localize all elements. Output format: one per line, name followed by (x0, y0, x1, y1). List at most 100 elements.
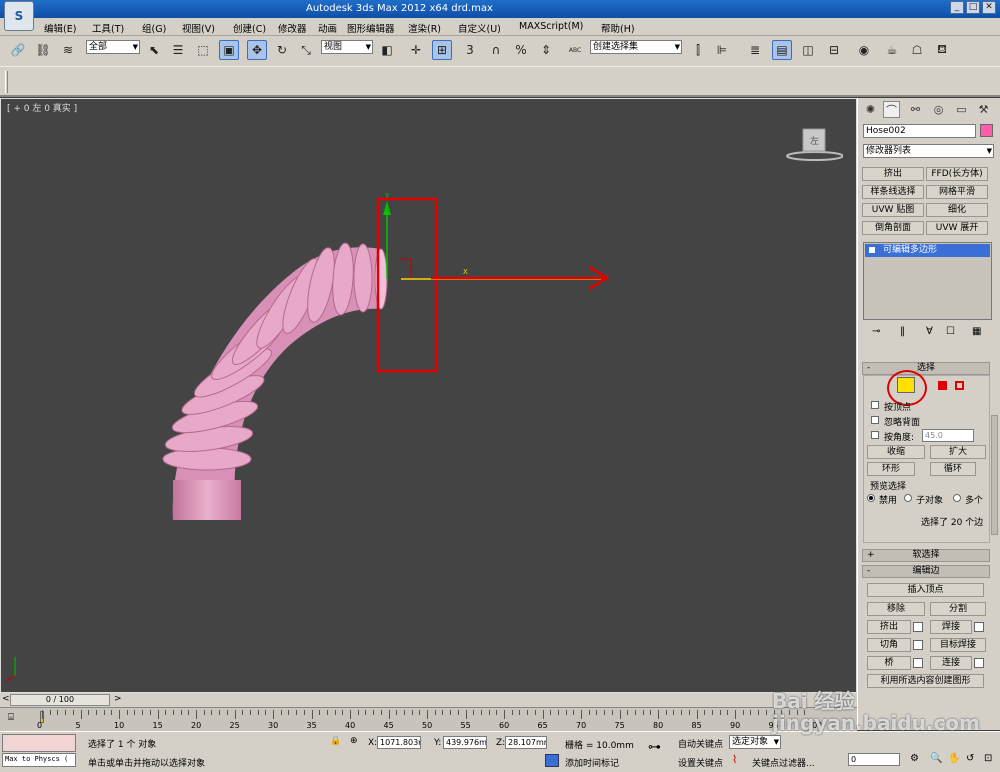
mod-bevel-profile-button[interactable]: 倒角剖面 (862, 221, 924, 235)
percent-snap-icon[interactable]: % (511, 40, 531, 60)
menu-customize[interactable]: 自定义(U) (458, 21, 501, 35)
utilities-tab-icon[interactable]: ⚒ (975, 101, 992, 118)
track-bar[interactable]: ⌸ 0 5 10 15 20 25 30 35 40 45 50 55 60 65 70 75 80 85 90 95… (0, 707, 857, 731)
select-by-name-icon[interactable]: ☰ (168, 40, 188, 60)
current-frame-field[interactable]: 0 (848, 753, 900, 766)
spinner-snap-icon[interactable]: ⇕ (536, 40, 556, 60)
show-end-result-icon[interactable]: ‖ (900, 326, 905, 337)
mod-spline-select-button[interactable]: 样条线选择 (862, 185, 924, 199)
preview-multi-radio[interactable] (953, 494, 961, 502)
menu-rendering[interactable]: 渲染(R) (408, 21, 441, 35)
stack-expand-icon[interactable] (869, 247, 875, 253)
object-name-field[interactable]: Hose002 (863, 124, 976, 138)
orbit-icon[interactable]: ↺ (966, 753, 974, 764)
grow-button[interactable]: 扩大 (930, 445, 986, 459)
menu-modifiers[interactable]: 修改器 (278, 21, 307, 35)
slider-prev-icon[interactable]: < (2, 694, 10, 704)
connect-settings-button[interactable] (974, 658, 984, 668)
reference-coordinate-dropdown[interactable]: 视图 (321, 40, 373, 54)
maxscript-listener[interactable] (2, 734, 76, 752)
menu-maxscript[interactable]: MAXScript(M) (519, 21, 583, 32)
motion-tab-icon[interactable]: ◎ (930, 101, 947, 118)
panel-scrollbar[interactable] (991, 415, 998, 535)
modifier-list-dropdown[interactable]: 修改器列表 (863, 144, 994, 158)
weld-button[interactable]: 焊接 (930, 620, 972, 634)
curve-editor-icon[interactable]: ◫ (798, 40, 818, 60)
stack-item[interactable]: 可编辑多边形 (865, 244, 990, 257)
layer-manager-icon[interactable]: ≣ (745, 40, 765, 60)
mod-extrude-button[interactable]: 挤出 (862, 167, 924, 181)
element-mode-icon[interactable] (955, 381, 964, 390)
shrink-button[interactable]: 收缩 (867, 445, 925, 459)
weld-settings-button[interactable] (974, 622, 984, 632)
zoom-icon[interactable]: 🔍 (930, 753, 942, 764)
create-shape-button[interactable]: 利用所选内容创建图形 (867, 674, 984, 688)
polygon-mode-icon[interactable] (938, 381, 947, 390)
viewcube[interactable]: 左 (783, 123, 844, 163)
remove-button[interactable]: 移除 (867, 602, 925, 616)
pin-stack-icon[interactable]: ⊸ (872, 326, 880, 337)
maxscript-line[interactable]: Max to Physcs ( (2, 753, 76, 767)
select-object-icon[interactable]: ⬉ (144, 40, 164, 60)
auto-key-button[interactable]: 自动关键点 (678, 737, 723, 750)
pan-icon[interactable]: ✋ (948, 753, 960, 764)
ignore-backfacing-checkbox[interactable] (871, 416, 879, 424)
extrude-settings-button[interactable] (913, 622, 923, 632)
selection-rollout-header[interactable]: - 选择 (862, 362, 990, 375)
target-weld-button[interactable]: 目标焊接 (930, 638, 986, 652)
left-viewport[interactable]: [ + 0 左 0 真实 ] Y X 左 (0, 98, 857, 693)
render-production-icon[interactable]: ⛾ (932, 40, 952, 60)
select-rotate-icon[interactable]: ↻ (272, 40, 292, 60)
by-vertex-checkbox[interactable] (871, 401, 879, 409)
display-tab-icon[interactable]: ▭ (953, 101, 970, 118)
preview-subobject-radio[interactable] (904, 494, 912, 502)
key-mode-icon[interactable]: ⌇ (732, 753, 737, 766)
preview-disabled-radio[interactable] (867, 494, 875, 502)
set-key-button[interactable]: 设置关键点 (678, 756, 723, 769)
insert-vertex-button[interactable]: 插入顶点 (867, 583, 984, 597)
app-logo-icon[interactable]: S (4, 1, 34, 31)
menu-edit[interactable]: 编辑(E) (44, 21, 76, 35)
remove-modifier-icon[interactable]: ☐ (946, 326, 955, 337)
create-tab-icon[interactable]: ✺ (862, 101, 879, 118)
chamfer-button[interactable]: 切角 (867, 638, 911, 652)
window-crossing-icon[interactable]: ▣ (219, 40, 239, 60)
close-button[interactable]: ✕ (982, 1, 996, 14)
chamfer-settings-button[interactable] (913, 640, 923, 650)
ring-button[interactable]: 环形 (867, 462, 915, 476)
absolute-mode-icon[interactable]: ⊕ (350, 736, 358, 746)
mod-meshsmooth-button[interactable]: 网格平滑 (926, 185, 988, 199)
menu-views[interactable]: 视图(V) (182, 21, 215, 35)
schematic-view-icon[interactable]: ⊟ (824, 40, 844, 60)
edit-named-selection-icon[interactable]: ABC (565, 40, 585, 60)
graphite-tools-icon[interactable]: ▤ (772, 40, 792, 60)
angle-snap-icon[interactable]: ∩ (486, 40, 506, 60)
make-unique-icon[interactable]: ∀ (926, 326, 933, 337)
connect-button[interactable]: 连接 (930, 656, 972, 670)
selection-filter-dropdown[interactable]: 全部 (86, 40, 140, 54)
z-coordinate-field[interactable]: 28.107mm (505, 736, 547, 749)
object-color-swatch[interactable] (980, 124, 993, 137)
menu-tools[interactable]: 工具(T) (92, 21, 124, 35)
mirror-icon[interactable]: ⫿ (688, 40, 708, 60)
minimize-button[interactable]: _ (950, 1, 964, 14)
add-time-tag-text[interactable]: 添加时间标记 (565, 756, 619, 769)
menu-animation[interactable]: 动画 (318, 21, 337, 35)
maximize-viewport-icon[interactable]: ⊡ (984, 753, 992, 764)
lock-icon[interactable]: 🔒 (330, 736, 341, 746)
rectangle-selection-icon[interactable]: ⬚ (193, 40, 213, 60)
split-button[interactable]: 分割 (930, 602, 986, 616)
mod-uvw-map-button[interactable]: UVW 贴图 (862, 203, 924, 217)
rendered-frame-icon[interactable]: ☖ (907, 40, 927, 60)
render-setup-icon[interactable]: ☕ (882, 40, 902, 60)
time-config-icon[interactable]: ⚙ (910, 753, 919, 764)
pivot-center-icon[interactable]: ◧ (377, 40, 397, 60)
menu-help[interactable]: 帮助(H) (601, 21, 635, 35)
configure-sets-icon[interactable]: ▦ (972, 326, 981, 337)
y-coordinate-field[interactable]: 439.976mr (443, 736, 487, 749)
modify-tab-icon[interactable]: ⌒ (883, 101, 900, 118)
slider-next-icon[interactable]: > (114, 694, 122, 704)
hose-object[interactable] (162, 242, 388, 520)
key-filters-button[interactable]: 关键点过滤器... (752, 756, 815, 769)
time-slider[interactable]: 0 / 100 (10, 694, 110, 706)
